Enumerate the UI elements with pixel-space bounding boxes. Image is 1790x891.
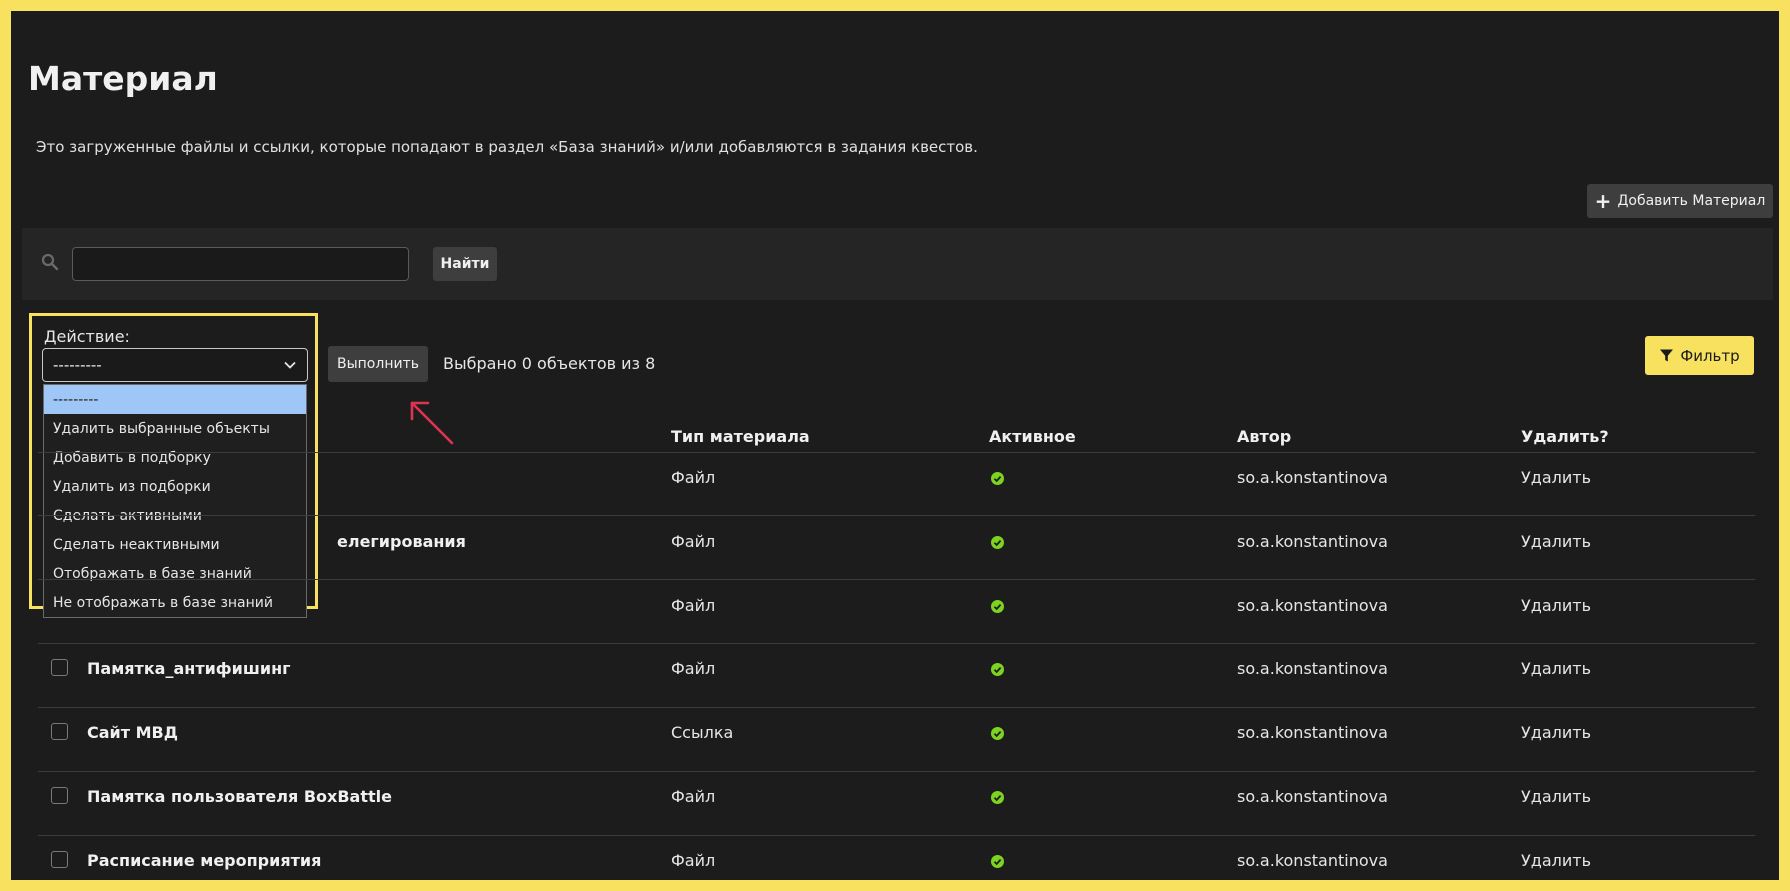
row-checkbox[interactable] xyxy=(51,659,68,676)
action-select[interactable]: --------- xyxy=(42,348,308,382)
page-title: Материал xyxy=(28,59,218,98)
active-check-icon xyxy=(991,663,1004,676)
active-check-icon xyxy=(991,791,1004,804)
row-divider xyxy=(38,707,1755,708)
row-divider xyxy=(38,579,1755,580)
row-type: Файл xyxy=(671,532,716,551)
main-panel: Материал Это загруженные файлы и ссылки,… xyxy=(11,11,1779,880)
action-option[interactable]: Удалить из подборки xyxy=(44,472,306,501)
row-name[interactable]: Памятка_антифишинг xyxy=(87,659,291,678)
row-type: Файл xyxy=(671,851,716,870)
header-active[interactable]: Активное xyxy=(989,427,1076,446)
active-check-icon xyxy=(991,536,1004,549)
row-author[interactable]: so.a.konstantinova xyxy=(1237,532,1388,551)
row-type: Файл xyxy=(671,659,716,678)
row-type: Файл xyxy=(671,468,716,487)
add-material-button[interactable]: + Добавить Материал xyxy=(1587,184,1773,218)
row-author[interactable]: so.a.konstantinova xyxy=(1237,659,1388,678)
filter-label: Фильтр xyxy=(1680,346,1740,365)
row-author[interactable]: so.a.konstantinova xyxy=(1237,596,1388,615)
action-option[interactable]: --------- xyxy=(44,385,306,414)
row-author[interactable]: so.a.konstantinova xyxy=(1237,851,1388,870)
plus-icon: + xyxy=(1594,189,1612,213)
search-input[interactable] xyxy=(72,247,409,281)
row-checkbox[interactable] xyxy=(51,851,68,868)
action-select-value: --------- xyxy=(53,356,102,374)
annotation-arrow-icon xyxy=(410,401,454,445)
row-divider xyxy=(38,515,1755,516)
row-divider xyxy=(38,643,1755,644)
header-type[interactable]: Тип материала xyxy=(671,427,810,446)
row-type: Файл xyxy=(671,596,716,615)
action-option[interactable]: Добавить в подборку xyxy=(44,443,306,472)
row-author[interactable]: so.a.konstantinova xyxy=(1237,723,1388,742)
action-label: Действие: xyxy=(44,327,130,346)
row-delete-link[interactable]: Удалить xyxy=(1521,596,1591,615)
chevron-down-icon xyxy=(284,361,296,369)
search-bar: Найти xyxy=(22,228,1773,300)
row-divider xyxy=(38,771,1755,772)
action-option[interactable]: Удалить выбранные объекты xyxy=(44,414,306,443)
search-icon xyxy=(41,253,59,271)
row-name[interactable]: Сайт МВД xyxy=(87,723,178,742)
row-delete-link[interactable]: Удалить xyxy=(1521,851,1591,870)
row-divider xyxy=(38,835,1755,836)
row-delete-link[interactable]: Удалить xyxy=(1521,723,1591,742)
action-option[interactable]: Сделать неактивными xyxy=(44,530,306,559)
row-checkbox[interactable] xyxy=(51,723,68,740)
row-type: Файл xyxy=(671,787,716,806)
active-check-icon xyxy=(991,727,1004,740)
action-option[interactable]: Отображать в базе знаний xyxy=(44,559,306,588)
run-action-button[interactable]: Выполнить xyxy=(328,346,428,382)
page-description: Это загруженные файлы и ссылки, которые … xyxy=(36,138,978,156)
row-name[interactable]: елегирования xyxy=(337,532,466,551)
action-highlight-box: Действие: --------- --------- Удалить вы… xyxy=(29,313,318,618)
add-material-label: Добавить Материал xyxy=(1617,193,1766,209)
row-type: Ссылка xyxy=(671,723,734,742)
row-delete-link[interactable]: Удалить xyxy=(1521,787,1591,806)
active-check-icon xyxy=(991,472,1004,485)
active-check-icon xyxy=(991,600,1004,613)
row-author[interactable]: so.a.konstantinova xyxy=(1237,468,1388,487)
row-name[interactable]: Расписание мероприятия xyxy=(87,851,321,870)
action-option[interactable]: Не отображать в базе знаний xyxy=(44,588,306,617)
header-delete: Удалить? xyxy=(1521,427,1609,446)
search-button[interactable]: Найти xyxy=(433,247,497,281)
row-name[interactable]: Памятка пользователя BoxBattle xyxy=(87,787,392,806)
row-checkbox[interactable] xyxy=(51,787,68,804)
header-divider xyxy=(38,452,1755,453)
row-delete-link[interactable]: Удалить xyxy=(1521,659,1591,678)
header-author[interactable]: Автор xyxy=(1237,427,1291,446)
action-dropdown: --------- Удалить выбранные объекты Доба… xyxy=(43,384,307,618)
row-delete-link[interactable]: Удалить xyxy=(1521,468,1591,487)
active-check-icon xyxy=(991,855,1004,868)
filter-icon xyxy=(1660,349,1674,362)
row-delete-link[interactable]: Удалить xyxy=(1521,532,1591,551)
row-author[interactable]: so.a.konstantinova xyxy=(1237,787,1388,806)
selected-count: Выбрано 0 объектов из 8 xyxy=(443,354,656,373)
filter-button[interactable]: Фильтр xyxy=(1645,336,1754,375)
